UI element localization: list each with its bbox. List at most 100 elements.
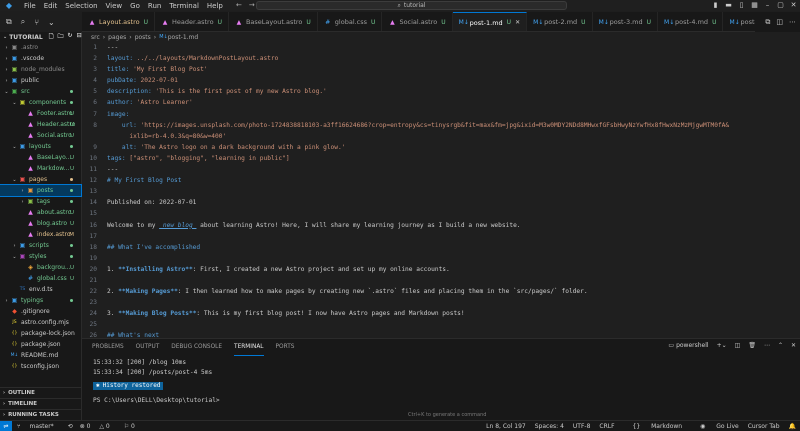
file-item[interactable]: TS env.d.ts (0, 284, 81, 295)
new-file-icon[interactable]: 🗋 (49, 32, 54, 42)
file-item[interactable]: ▲ blog.astro U (0, 218, 81, 229)
go-live-button[interactable]: ◉ Go Live (691, 423, 739, 430)
menu-item-file[interactable]: File (20, 2, 40, 10)
ports-indicator[interactable]: ⚐ 0 (124, 423, 142, 430)
breadcrumb-item[interactable]: src (91, 34, 100, 41)
panel-tab-output[interactable]: OUTPUT (136, 339, 160, 356)
menu-item-view[interactable]: View (102, 2, 127, 10)
section-timeline[interactable]: › TIMELINE (0, 398, 82, 409)
menu-item-terminal[interactable]: Terminal (165, 2, 203, 10)
folder-item[interactable]: ⌄ ▣ styles (0, 251, 81, 262)
file-item[interactable]: ▲ Social.astro U (0, 130, 81, 141)
maximize-icon[interactable]: ▢ (774, 0, 787, 11)
panel-tab-terminal[interactable]: TERMINAL (234, 339, 264, 356)
problems-indicator[interactable]: ⊗ 0 △ 0 (80, 423, 117, 430)
tab-post-3-md[interactable]: M↓ post-3.md U (593, 12, 659, 31)
maximize-panel-icon[interactable]: ⌃ (778, 342, 783, 349)
tab-global-css[interactable]: # global.css U (318, 12, 383, 31)
folder-item[interactable]: ⌄ ▣ pages (0, 174, 81, 185)
collapse-all-icon[interactable]: ⊟ (77, 32, 82, 42)
file-item[interactable]: {} package-lock.json (0, 328, 81, 339)
terminal-prompt[interactable]: PS C:\Users\DELL\Desktop\tutorial> (93, 396, 800, 406)
folder-item[interactable]: › ▣ .astro (0, 42, 81, 53)
file-item[interactable]: ▲ Header.astro U (0, 119, 81, 130)
folder-item[interactable]: › ▣ tags (0, 196, 81, 207)
shell-name[interactable]: powershell (676, 342, 709, 349)
source-control-icon[interactable]: ⑂ (34, 18, 39, 27)
minimize-icon[interactable]: – (761, 0, 774, 11)
breadcrumb-item[interactable]: pages (108, 34, 126, 41)
new-folder-icon[interactable]: 🗀 (58, 32, 64, 42)
more-actions-icon[interactable]: ⋯ (789, 18, 796, 26)
indentation[interactable]: Spaces: 4 (535, 423, 564, 430)
back-arrow-icon[interactable]: ← (236, 1, 242, 9)
layout-secondary-icon[interactable]: ▯ (735, 0, 748, 11)
tab-baselayout-astro[interactable]: ▲ BaseLayout.astro U (229, 12, 318, 31)
split-editor-icon[interactable]: ◫ (776, 18, 783, 26)
section-running-tasks[interactable]: › RUNNING TASKS (0, 409, 82, 420)
line-ending[interactable]: CRLF (599, 423, 614, 430)
folder-item[interactable]: › ▣ scripts (0, 240, 81, 251)
breadcrumb-item[interactable]: posts (135, 34, 151, 41)
folder-item[interactable]: ⌄ ▣ src (0, 86, 81, 97)
file-item[interactable]: M↓ README.md (0, 350, 81, 361)
forward-arrow-icon[interactable]: → (249, 1, 255, 9)
file-item[interactable]: ▲ Markdow... U (0, 163, 81, 174)
tab-social-astro[interactable]: ▲ Social.astro U (382, 12, 453, 31)
panel-tab-problems[interactable]: PROBLEMS (92, 339, 124, 356)
refresh-icon[interactable]: ↻ (68, 32, 73, 42)
file-item[interactable]: ◈ backgrou... U (0, 262, 81, 273)
folder-item[interactable]: › ▣ .vscode (0, 53, 81, 64)
more-views-chevron-icon[interactable]: ⌄ (48, 18, 55, 27)
tab-post-1-md[interactable]: M↓ post-1.md U ✕ (452, 12, 528, 31)
menu-item-edit[interactable]: Edit (40, 2, 62, 10)
sync-icon[interactable]: ⟲ (68, 423, 73, 430)
panel-tab-debug-console[interactable]: DEBUG CONSOLE (171, 339, 222, 356)
layout-panel-icon[interactable]: ▬ (722, 0, 735, 11)
close-tab-icon[interactable]: ✕ (515, 19, 520, 26)
file-item[interactable]: ▲ index.astro M (0, 229, 81, 240)
open-preview-icon[interactable]: ⧉ (765, 18, 770, 27)
file-item[interactable]: {} tsconfig.json (0, 361, 81, 372)
file-item[interactable]: JS astro.config.mjs (0, 317, 81, 328)
encoding[interactable]: UTF-8 (573, 423, 591, 430)
branch-indicator[interactable]: ⑂ master* (17, 423, 61, 430)
file-item[interactable]: # global.css U (0, 273, 81, 284)
layout-sidebar-icon[interactable]: ▮ (709, 0, 722, 11)
cursor-tab-button[interactable]: Cursor Tab (748, 423, 780, 430)
file-item[interactable]: ▲ Footer.astro U (0, 108, 81, 119)
notifications-bell-icon[interactable]: 🔔 (789, 423, 796, 430)
folder-item[interactable]: › ▣ typings (0, 295, 81, 306)
folder-item[interactable]: › ▣ public (0, 75, 81, 86)
section-outline[interactable]: › OUTLINE (0, 387, 82, 398)
close-panel-icon[interactable]: ✕ (791, 342, 796, 349)
trash-icon[interactable]: 🗑 (748, 342, 756, 349)
close-window-icon[interactable]: ✕ (787, 0, 800, 11)
folder-item[interactable]: ⌄ ▣ layouts (0, 141, 81, 152)
remote-indicator-icon[interactable]: ⇌ (0, 420, 12, 431)
panel-tab-ports[interactable]: PORTS (276, 339, 295, 356)
workspace-title[interactable]: TUTORIAL (9, 34, 42, 41)
language-mode[interactable]: {} Markdown (624, 423, 683, 430)
folder-item[interactable]: ⌄ ▣ components (0, 97, 81, 108)
file-item[interactable]: ▲ about.astro U (0, 207, 81, 218)
terminal-output[interactable]: 15:33:32 [200] /blog 10ms 15:33:34 [200]… (82, 356, 800, 406)
folder-item[interactable]: › ▣ posts (0, 184, 82, 197)
command-center[interactable]: ⌕ tutorial (256, 1, 567, 10)
menu-item-help[interactable]: Help (203, 2, 227, 10)
file-item[interactable]: ◆ .gitignore (0, 306, 81, 317)
tab-layout-astro[interactable]: ▲ Layout.astro U (82, 12, 155, 31)
file-item[interactable]: ▲ BaseLayo... U (0, 152, 81, 163)
breadcrumb-item[interactable]: post-1.md (168, 34, 199, 41)
new-terminal-icon[interactable]: +⌄ (717, 342, 727, 349)
file-item[interactable]: {} package.json (0, 339, 81, 350)
menu-item-run[interactable]: Run (144, 2, 165, 10)
cursor-position[interactable]: Ln 8, Col 197 (486, 423, 526, 430)
search-view-icon[interactable]: ⌕ (21, 17, 25, 27)
tab-header-astro[interactable]: ▲ Header.astro U (155, 12, 229, 31)
explorer-icon[interactable]: ⧉ (6, 17, 12, 27)
tab-post-2-md[interactable]: M↓ post-2.md U (527, 12, 593, 31)
customize-layout-icon[interactable]: ▦ (748, 0, 761, 11)
tab-post-4-md[interactable]: M↓ post-4.md U (658, 12, 724, 31)
menu-item-selection[interactable]: Selection (61, 2, 101, 10)
